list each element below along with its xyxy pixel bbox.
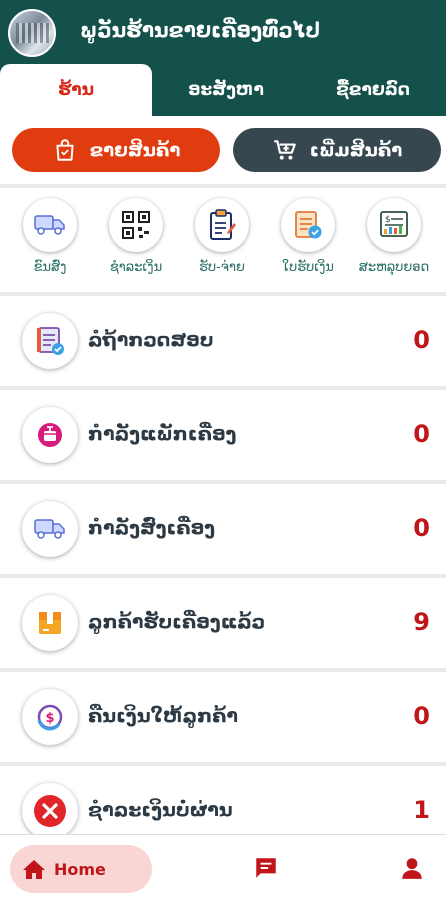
clipboard-icon xyxy=(210,209,236,240)
order-row-count: 0 xyxy=(413,702,430,730)
bottom-navigation: Home xyxy=(0,834,446,900)
order-row-refund-circle: $ xyxy=(22,689,78,745)
x-circle-icon xyxy=(34,795,66,827)
tab-real-estate[interactable]: ອະສັງຫາ xyxy=(152,64,300,116)
order-row-packing[interactable]: ກຳລັງແພັກເຄື່ອງ 0 xyxy=(0,390,446,480)
tab-shop[interactable]: ຮ້ານ xyxy=(0,64,152,116)
tab-car-market[interactable]: ຊື້ຂາຍລົດ xyxy=(300,64,446,116)
order-row-count: 9 xyxy=(413,608,430,636)
quick-actions: ຂົນສົ່ງ ຊຳລະເງິນ ຮັບ-ຈ່າຍ ໃບຮັບເງິນ $ ສະ… xyxy=(0,188,446,292)
order-row-count: 0 xyxy=(413,326,430,354)
svg-text:$: $ xyxy=(46,711,55,726)
order-row-packing-circle xyxy=(22,407,78,463)
chat-icon[interactable] xyxy=(253,855,279,881)
cart-add-icon xyxy=(273,140,296,160)
tab-bar: ຮ້ານ ອະສັງຫາ ຊື້ຂາຍລົດ xyxy=(0,64,446,116)
order-row-pending-review[interactable]: ລໍຖ້າກວດສອບ 0 xyxy=(0,296,446,386)
order-row-payment-failed-circle xyxy=(22,783,78,839)
add-product-label: ເພີ່ມສິນຄ້າ xyxy=(309,139,403,161)
quick-receipt-label: ໃບຮັບເງິນ xyxy=(282,260,334,275)
quick-summary-label: ສະຫລຸບຍອດ xyxy=(358,260,430,275)
quick-delivery[interactable]: ຂົນສົ່ງ xyxy=(8,198,92,288)
home-icon xyxy=(23,860,45,879)
order-row-label: ຊຳລະເງິນບໍ່ຜ່ານ xyxy=(88,799,233,821)
delivery-truck-icon xyxy=(34,215,65,235)
order-row-received[interactable]: ລູກຄ້າຮັບເຄື່ອງແລ້ວ 9 xyxy=(0,578,446,668)
quick-payment[interactable]: ຊຳລະເງິນ xyxy=(94,198,178,288)
quick-income-expense-circle xyxy=(195,198,249,252)
quick-summary[interactable]: $ ສະຫລຸບຍອດ xyxy=(352,198,436,288)
refund-icon: $ xyxy=(37,704,63,731)
order-row-pending-review-circle xyxy=(22,313,78,369)
quick-delivery-circle xyxy=(23,198,77,252)
svg-text:$: $ xyxy=(385,215,391,225)
package-icon xyxy=(38,423,62,447)
order-row-received-circle xyxy=(22,595,78,651)
receipt-icon xyxy=(295,211,322,239)
box-icon xyxy=(39,612,61,634)
order-row-shipping-circle xyxy=(22,501,78,557)
order-row-refund[interactable]: $ ຄືນເງິນໃຫ້ລູກຄ້າ 0 xyxy=(0,672,446,762)
order-row-label: ລໍຖ້າກວດສອບ xyxy=(88,329,214,351)
order-row-label: ຄືນເງິນໃຫ້ລູກຄ້າ xyxy=(88,705,238,727)
quick-receipt-circle xyxy=(281,198,335,252)
action-bar: ຂາຍສິນຄ້າ ເພີ່ມສິນຄ້າ xyxy=(0,116,446,184)
quick-income-expense[interactable]: ຮັບ-ຈ່າຍ xyxy=(180,198,264,288)
sell-product-label: ຂາຍສິນຄ້າ xyxy=(89,139,181,161)
quick-summary-circle: $ xyxy=(367,198,421,252)
order-row-shipping[interactable]: ກຳລັງສົ່ງເຄື່ອງ 0 xyxy=(0,484,446,574)
app-header: ພູວັນຮ້ານຂາຍເຄື່ອງທົ່ວໄປ xyxy=(0,0,446,64)
checklist-icon xyxy=(37,327,64,355)
shop-avatar[interactable] xyxy=(8,9,56,57)
profile-icon[interactable] xyxy=(399,855,425,881)
quick-income-expense-label: ຮັບ-ຈ່າຍ xyxy=(199,260,245,275)
delivery-truck-icon xyxy=(34,519,65,539)
shop-title: ພູວັນຮ້ານຂາຍເຄື່ອງທົ່ວໄປ xyxy=(80,18,321,42)
sell-product-button[interactable]: ຂາຍສິນຄ້າ xyxy=(12,128,220,172)
nav-home-button[interactable]: Home xyxy=(10,845,152,893)
add-product-button[interactable]: ເພີ່ມສິນຄ້າ xyxy=(233,128,441,172)
quick-receipt[interactable]: ໃບຮັບເງິນ xyxy=(266,198,350,288)
order-row-count: 0 xyxy=(413,420,430,448)
order-row-count: 1 xyxy=(413,796,430,824)
quick-delivery-label: ຂົນສົ່ງ xyxy=(33,260,67,275)
order-row-label: ລູກຄ້າຮັບເຄື່ອງແລ້ວ xyxy=(88,611,266,633)
quick-payment-circle xyxy=(109,198,163,252)
order-row-label: ກຳລັງສົ່ງເຄື່ອງ xyxy=(88,517,216,539)
summary-icon: $ xyxy=(380,211,408,237)
order-row-label: ກຳລັງແພັກເຄື່ອງ xyxy=(88,423,237,445)
qr-code-icon xyxy=(122,211,150,239)
nav-home-label: Home xyxy=(54,859,106,879)
shopping-bag-icon xyxy=(56,139,74,161)
quick-payment-label: ຊຳລະເງິນ xyxy=(109,260,163,275)
order-row-count: 0 xyxy=(413,514,430,542)
